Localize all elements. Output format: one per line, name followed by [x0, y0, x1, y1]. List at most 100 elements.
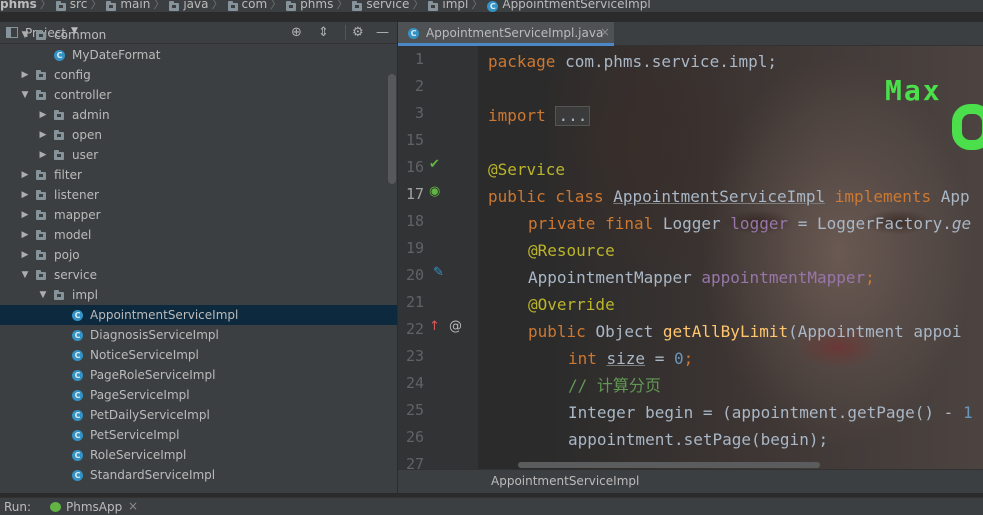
tree-item-class[interactable]: C StandardServiceImpl: [0, 465, 397, 485]
chevron-down-icon[interactable]: ▼: [38, 285, 48, 305]
tree-item-package[interactable]: ▼ impl: [0, 285, 397, 305]
breadcrumb-separator: 〉: [270, 0, 283, 11]
code-token: (Appointment appoi: [788, 322, 962, 341]
chevron-down-icon[interactable]: ▼: [20, 25, 30, 45]
class-icon: C: [408, 28, 419, 39]
at-icon[interactable]: @: [449, 319, 462, 334]
package-icon: [36, 170, 46, 180]
class-icon: C: [72, 410, 83, 421]
breadcrumb-item-phms[interactable]: phms: [300, 0, 333, 10]
watermark-text: Max: [885, 74, 942, 107]
chevron-right-icon[interactable]: ▶: [38, 145, 48, 165]
tree-item-class[interactable]: C PageRoleServiceImpl: [0, 365, 397, 385]
line-number: 3: [414, 104, 424, 122]
tree-item-package[interactable]: ▶ filter: [0, 165, 397, 185]
tree-item-package[interactable]: ▼ controller: [0, 85, 397, 105]
tree-item-label: mapper: [54, 208, 101, 222]
project-panel: Project ▼ ⊕ ⇕ ⚙ — ▼commonCMyDateFormat▶c…: [0, 22, 397, 493]
run-tab-phmsapp[interactable]: PhmsApp: [66, 500, 122, 514]
code-line: appointment.setPage(begin);: [568, 426, 828, 453]
tree-item-class[interactable]: C PetDailyServiceImpl: [0, 405, 397, 425]
chevron-right-icon[interactable]: ▶: [20, 245, 30, 265]
chevron-down-icon[interactable]: ▼: [20, 85, 30, 105]
code-line: package com.phms.service.impl;: [488, 48, 777, 75]
code-line: Integer begin = (appointment.getPage() -…: [568, 399, 973, 426]
tree-item-package[interactable]: ▶ config: [0, 65, 397, 85]
folder-icon: [428, 0, 439, 11]
folder-icon: [352, 0, 363, 11]
code-line: private final Logger logger = LoggerFact…: [528, 210, 971, 237]
code-token: @Resource: [528, 241, 615, 260]
code-area[interactable]: package com.phms.service.impl; import ..…: [488, 46, 983, 486]
tree-item-class[interactable]: C DiagnosisServiceImpl: [0, 325, 397, 345]
tree-item-label: config: [54, 68, 91, 82]
chevron-down-icon[interactable]: ▼: [20, 265, 30, 285]
tree-item-package[interactable]: ▶ pojo: [0, 245, 397, 265]
breadcrumb-item-com[interactable]: com: [242, 0, 268, 10]
breadcrumb-item-service[interactable]: service: [366, 0, 409, 10]
tree-item-package[interactable]: ▼ service: [0, 265, 397, 285]
code-token: package: [488, 52, 556, 71]
tree-item-package[interactable]: ▶ user: [0, 145, 397, 165]
tree-item-package[interactable]: ▶ mapper: [0, 205, 397, 225]
breadcrumb-separator: 〉: [412, 0, 425, 11]
tree-item-class[interactable]: C NoticeServiceImpl: [0, 345, 397, 365]
package-icon: [36, 270, 46, 280]
code-token: ;: [865, 268, 875, 287]
breadcrumb-item-impl[interactable]: impl: [442, 0, 468, 10]
tree-item-package[interactable]: ▶ model: [0, 225, 397, 245]
line-number: 23: [405, 347, 424, 365]
breadcrumb-item-file[interactable]: AppointmentServiceImpl: [502, 0, 650, 10]
chevron-right-icon[interactable]: ▶: [20, 185, 30, 205]
spring-class-icon[interactable]: ◉: [429, 184, 440, 199]
chevron-right-icon[interactable]: ▶: [20, 205, 30, 225]
chevron-right-icon[interactable]: ▶: [20, 165, 30, 185]
breadcrumb: phms 〉 src 〉 main 〉 java 〉 com 〉 phms 〉 service 〉 impl…: [0, 0, 983, 12]
horizontal-scrollbar[interactable]: [518, 462, 820, 468]
package-icon: [54, 130, 64, 140]
autowired-icon[interactable]: ✎: [433, 265, 444, 280]
watermark-glyph: [952, 104, 983, 150]
override-up-icon[interactable]: ↑: [429, 319, 440, 334]
tree-item-class[interactable]: C RoleServiceImpl: [0, 445, 397, 465]
code-token: 0: [673, 349, 684, 368]
chevron-right-icon[interactable]: ▶: [20, 225, 30, 245]
folder-icon: [55, 0, 66, 11]
chevron-right-icon[interactable]: ▶: [20, 65, 30, 85]
tree-item-label: DiagnosisServiceImpl: [90, 328, 219, 342]
class-icon: C: [72, 330, 83, 341]
folded-imports[interactable]: ...: [555, 106, 591, 126]
tree-item-class[interactable]: C MyDateFormat: [0, 45, 397, 65]
breadcrumb-item-java[interactable]: java: [183, 0, 208, 10]
tree-item-label: StandardServiceImpl: [90, 468, 216, 482]
tab-appointment-service-impl[interactable]: C AppointmentServiceImpl.java ×: [398, 22, 614, 46]
project-scrollbar[interactable]: [388, 74, 396, 184]
tree-item-class[interactable]: C AppointmentServiceImpl: [0, 305, 397, 325]
spring-bean-icon[interactable]: ✔: [429, 157, 440, 172]
tab-label: AppointmentServiceImpl.java: [426, 26, 604, 40]
code-token: // 计算分页: [568, 376, 661, 395]
code-token: =: [645, 349, 674, 368]
tree-item-package[interactable]: ▶ open: [0, 125, 397, 145]
code-token: public class: [488, 187, 614, 206]
breadcrumb-separator: 〉: [153, 0, 166, 11]
tree-item-class[interactable]: C PageServiceImpl: [0, 385, 397, 405]
tree-item-package[interactable]: ▶ admin: [0, 105, 397, 125]
tree-item-label: service: [54, 268, 97, 282]
close-icon[interactable]: ×: [600, 25, 610, 39]
tree-item-package[interactable]: ▶ listener: [0, 185, 397, 205]
breadcrumb-item-src[interactable]: src: [70, 0, 88, 10]
tree-item-label: impl: [72, 288, 98, 302]
tree-item-package[interactable]: ▼ common: [0, 25, 397, 45]
editor-breadcrumb-footer: AppointmentServiceImpl: [398, 469, 983, 493]
close-icon[interactable]: ×: [128, 499, 138, 513]
chevron-right-icon[interactable]: ▶: [38, 105, 48, 125]
tree-item-class[interactable]: C PetServiceImpl: [0, 425, 397, 445]
footer-class-name[interactable]: AppointmentServiceImpl: [491, 474, 639, 488]
code-token: size: [606, 349, 646, 368]
breadcrumb-item-project[interactable]: phms: [0, 0, 37, 10]
tree-item-label: AppointmentServiceImpl: [90, 308, 239, 322]
breadcrumb-item-main[interactable]: main: [120, 0, 150, 10]
tree-item-label: admin: [72, 108, 110, 122]
chevron-right-icon[interactable]: ▶: [38, 125, 48, 145]
